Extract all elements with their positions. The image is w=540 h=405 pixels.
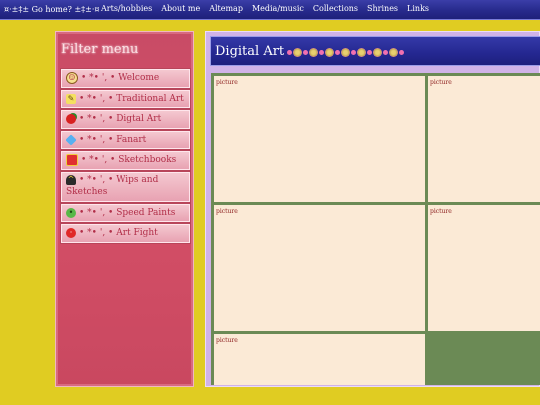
menu-item-wips-and-sketches[interactable]: ^ • *• ', • Wips and Sketches [61, 171, 190, 202]
menu-item-art-fight[interactable]: · • *• ', • Art Fight [61, 224, 190, 243]
ladybug-icon: · [66, 228, 76, 238]
bat-icon: ^ [66, 175, 76, 185]
apple-icon [66, 114, 76, 124]
nav-link-collections[interactable]: Collections [313, 4, 358, 13]
nav-link-links[interactable]: Links [407, 4, 429, 13]
filter-sidebar: Filter menu ☺ • *• ', • Welcome ✎ • *• ', … [55, 31, 194, 387]
picture-tile[interactable]: picture [214, 76, 425, 202]
menu-item-traditional-art[interactable]: ✎ • *• ', • Traditional Art [61, 89, 190, 108]
menu-item-label: • *• ', • Sketchbooks [81, 155, 177, 165]
menu-item-label: • *• ', • Digtal Art [79, 114, 162, 124]
nav-link-shrines[interactable]: Shrines [367, 4, 398, 13]
top-nav-links: Arts/hobbies About me Altemap Media/musi… [101, 4, 429, 13]
menu-item-label: • *• ', • Traditional Art [79, 93, 184, 104]
menu-item-fanart[interactable]: • *• ', • Fanart [61, 130, 190, 149]
menu-item-label: • *• ', • Welcome [81, 73, 160, 83]
pencil-icon: ✎ [66, 93, 76, 104]
sketchbook-icon [66, 154, 78, 166]
diamond-icon [65, 133, 77, 146]
page-title: Digital Art [215, 44, 285, 59]
picture-tile[interactable]: picture [428, 205, 540, 331]
picture-tile[interactable]: picture [428, 76, 540, 202]
smiley-icon: ☺ [66, 72, 78, 84]
nav-link-media-music[interactable]: Media/music [252, 4, 304, 13]
menu-item-label: • *• ', • Art Fight [79, 228, 158, 238]
nav-link-about-me[interactable]: About me [161, 4, 200, 13]
main-panel: Digital Art picture picture picture pict… [205, 31, 540, 387]
dot-divider-decoration [287, 48, 405, 57]
picture-tile[interactable]: picture [214, 205, 425, 331]
picture-gallery: picture picture picture picture picture [211, 73, 540, 385]
top-nav-bar: ¤·±‡± Go home? ±‡±·¤ Arts/hobbies About … [0, 0, 540, 20]
filter-menu: ☺ • *• ', • Welcome ✎ • *• ', • Traditiona… [61, 69, 190, 245]
menu-item-speed-paints[interactable]: • • *• ', • Speed Paints [61, 203, 190, 222]
nav-link-arts-hobbies[interactable]: Arts/hobbies [101, 4, 152, 13]
menu-item-sketchbooks[interactable]: • *• ', • Sketchbooks [61, 151, 190, 170]
go-home-link[interactable]: ¤·±‡± Go home? ±‡±·¤ [4, 5, 100, 14]
nav-link-altemap[interactable]: Altemap [209, 4, 243, 13]
menu-item-label: • *• ', • Fanart [79, 134, 147, 145]
section-title-bar: Digital Art [210, 36, 540, 66]
menu-item-digital-art[interactable]: • *• ', • Digtal Art [61, 110, 190, 129]
menu-item-label: • *• ', • Speed Paints [79, 207, 176, 218]
menu-item-welcome[interactable]: ☺ • *• ', • Welcome [61, 69, 190, 88]
menu-item-label: • *• ', • Wips and Sketches [66, 174, 159, 197]
filter-menu-heading: Filter menu [61, 42, 139, 57]
green-face-icon: • [66, 207, 76, 218]
picture-tile[interactable]: picture [214, 334, 425, 385]
